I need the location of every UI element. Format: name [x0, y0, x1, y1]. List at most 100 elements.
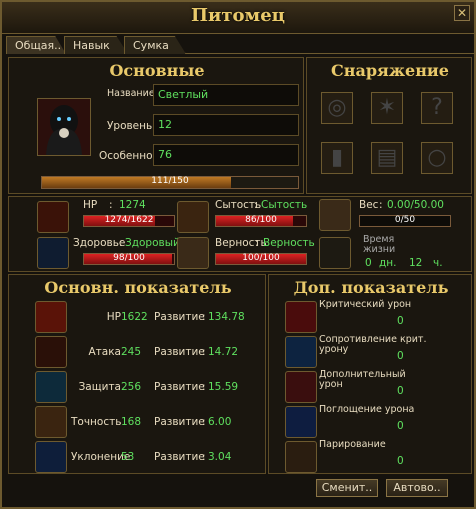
extra-value: 0 — [397, 455, 404, 467]
hourglass-icon — [319, 237, 351, 269]
base-stats-header: Основн. показатель — [44, 278, 232, 297]
extra-label: Поглощение урона — [319, 404, 415, 415]
stat-dev-value: 3.04 — [208, 451, 232, 463]
stat-value: 53 — [121, 451, 135, 463]
equip-slot-unknown[interactable]: ? — [421, 92, 453, 124]
health-bar-text: 98/100 — [113, 253, 145, 263]
title-bar: Питомец ✕ — [2, 2, 474, 34]
name-label: Название: — [107, 88, 158, 99]
equipment-panel: Снаряжение ◎ ✶ ? ▮ ▤ ○ — [306, 57, 472, 194]
stat-label: Атака — [88, 346, 121, 358]
scroll-icon: ▤ — [376, 145, 398, 170]
stat-dev-label: Развитие — [154, 381, 205, 393]
stat-label: Точность — [71, 416, 122, 428]
stat-dev-label: Развитие — [154, 416, 205, 428]
red-beast-icon — [285, 301, 317, 333]
pet-portrait[interactable] — [37, 98, 91, 156]
blue-dragon-icon — [285, 336, 317, 368]
weight-value: 0.00/50.00 — [387, 199, 444, 211]
weight-bar-text: 0/50 — [394, 215, 416, 225]
exp-bar-text: 111/150 — [151, 176, 189, 186]
tab-bag[interactable]: Сумка — [124, 36, 186, 54]
equip-slot-armor[interactable]: ✶ — [371, 92, 403, 124]
dragon-head-icon — [35, 371, 67, 403]
main-panel: Основные Название: Светлый Уровень: 12 О… — [8, 57, 304, 194]
armor-icon: ✶ — [377, 95, 397, 120]
loyalty-bar: 100/100 — [215, 253, 307, 265]
extra-value: 0 — [397, 315, 404, 327]
extra-value: 0 — [397, 420, 404, 432]
loyalty-value: Верность — [263, 237, 315, 249]
paw-print-icon — [285, 441, 317, 473]
loyalty-bar-text: 100/100 — [242, 253, 280, 263]
stat-label: Защита — [78, 381, 121, 393]
life-label: Время жизни — [363, 234, 396, 255]
change-button[interactable]: Сменит.. — [316, 479, 378, 497]
stat-value: 256 — [121, 381, 142, 393]
health-bar: 98/100 — [83, 253, 175, 265]
extra-value: 0 — [397, 350, 404, 362]
health-label: Здоровье — [73, 237, 126, 249]
tag-icon: ▮ — [330, 145, 344, 170]
satiety-food-icon — [177, 201, 209, 233]
satiety-bar-text: 86/100 — [245, 215, 277, 225]
paw-icon — [35, 406, 67, 438]
extra-stats-header: Доп. показатель — [293, 278, 449, 297]
loyalty-label: Верность — [215, 237, 267, 249]
fangs-icon — [35, 336, 67, 368]
blue-claw-icon — [285, 406, 317, 438]
equip-slot-ring[interactable]: ○ — [421, 142, 453, 174]
question-icon: ? — [431, 95, 443, 120]
name-field: Светлый — [153, 84, 299, 106]
level-field: 12 — [153, 114, 299, 136]
stat-dev-value: 134.78 — [208, 311, 245, 323]
stat-dev-value: 14.72 — [208, 346, 239, 358]
heart-shield-icon — [35, 301, 67, 333]
extra-label: Парирование — [319, 439, 386, 450]
tab-bar: Общая.. Навык Сумка — [6, 36, 474, 54]
vitals-panel: HP : 1274 1274/1622 Сытость : Сытость 86… — [8, 196, 472, 272]
equip-slot-collar[interactable]: ◎ — [321, 92, 353, 124]
close-icon[interactable]: ✕ — [454, 5, 470, 21]
stat-value: 1622 — [121, 311, 148, 323]
trait-field: 76 — [153, 144, 299, 166]
window-title: Питомец — [191, 5, 285, 26]
hp-value: 1274 — [119, 199, 146, 211]
hp-heart-icon — [37, 201, 69, 233]
pet-window: Питомец ✕ Общая.. Навык Сумка Основные Н… — [0, 0, 476, 509]
main-header: Основные — [109, 61, 205, 80]
stat-value: 245 — [121, 346, 142, 358]
tab-general[interactable]: Общая.. — [6, 36, 66, 54]
equipment-header: Снаряжение — [331, 61, 449, 80]
extra-stats-panel: Доп. показатель Критический урон 0 Сопро… — [268, 274, 472, 474]
stat-dev-label: Развитие — [154, 451, 205, 463]
life-days-unit: дн. — [379, 257, 397, 269]
extra-label: Дополнительный урон — [319, 369, 406, 390]
weight-bag-icon — [319, 199, 351, 231]
health-paw-icon — [37, 237, 69, 269]
life-days: 0 — [365, 257, 372, 269]
exp-bar: 111/150 — [41, 176, 299, 189]
weight-bar: 0/50 — [359, 215, 451, 227]
stat-dev-value: 15.59 — [208, 381, 239, 393]
equip-slot-scroll[interactable]: ▤ — [371, 142, 403, 174]
life-hours-unit: ч. — [433, 257, 443, 269]
extra-value: 0 — [397, 385, 404, 397]
level-label: Уровень: — [107, 120, 156, 132]
hp-bar: 1274/1622 — [83, 215, 175, 227]
equip-slot-tag[interactable]: ▮ — [321, 142, 353, 174]
red-claw-icon — [285, 371, 317, 403]
extra-label: Сопротивление крит. урону — [319, 334, 427, 355]
hp-label: HP — [83, 199, 98, 211]
hp-bar-text: 1274/1622 — [104, 215, 154, 225]
auto-button[interactable]: Автово.. — [386, 479, 448, 497]
weight-label: Вес — [359, 199, 379, 211]
loyalty-dog-icon — [177, 237, 209, 269]
satiety-value: Сытость — [261, 199, 308, 211]
tab-skill[interactable]: Навык — [64, 36, 128, 54]
collar-icon: ◎ — [327, 95, 347, 120]
stat-label: HP — [106, 311, 121, 323]
life-hours: 12 — [409, 257, 423, 269]
extra-label: Критический урон — [319, 299, 412, 310]
claw-icon — [35, 441, 67, 473]
